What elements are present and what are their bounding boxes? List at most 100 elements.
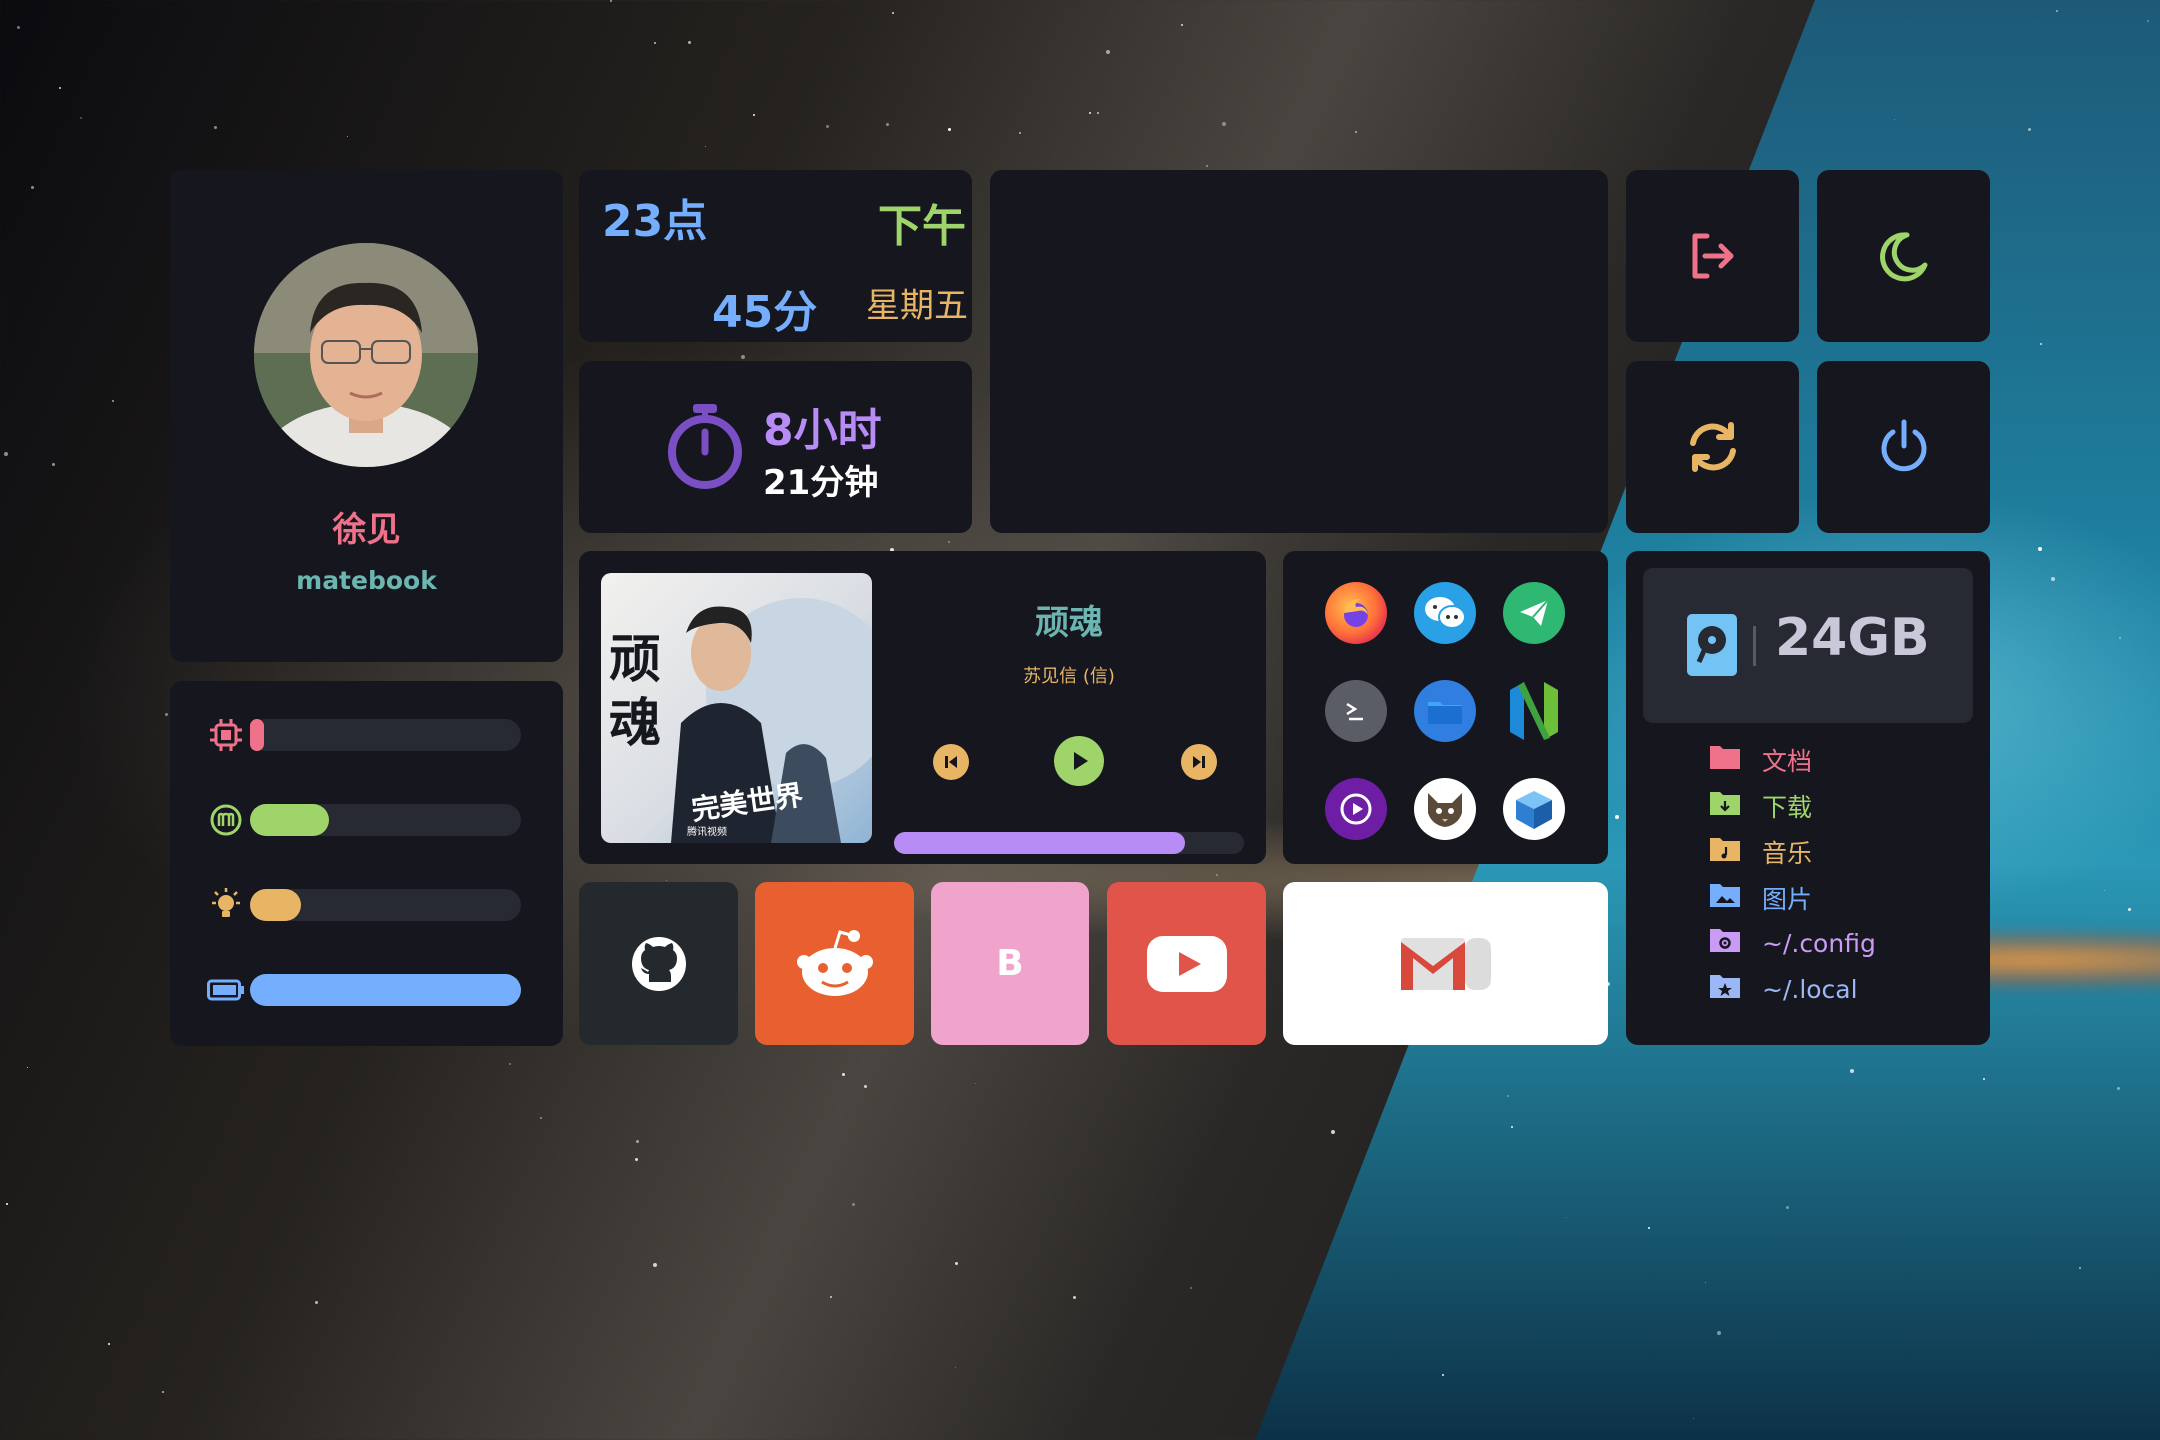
star: [741, 355, 745, 359]
star: [635, 1158, 638, 1161]
folder-item[interactable]: 文档: [1708, 742, 1812, 778]
shutdown-button[interactable]: [1817, 361, 1990, 533]
star: [2038, 547, 2042, 551]
ram-icon: [206, 800, 246, 840]
star: [1190, 1287, 1192, 1289]
clock-period: 下午: [878, 201, 966, 252]
star: [1566, 1217, 1567, 1218]
chat-bubble-icon: [1425, 597, 1466, 629]
star: [2119, 637, 2121, 639]
star: [975, 1083, 976, 1084]
star: [1019, 132, 1021, 134]
bilibili-bookmark[interactable]: B: [931, 882, 1089, 1045]
song-progress-bar[interactable]: [894, 832, 1244, 854]
sleep-button[interactable]: [1817, 170, 1990, 342]
star: [2104, 890, 2105, 891]
neovim-launcher[interactable]: [1503, 680, 1565, 742]
refresh-icon: [1689, 422, 1736, 472]
star: [1648, 1227, 1650, 1229]
star: [830, 1296, 832, 1298]
battery-bar: [250, 974, 521, 1006]
cpu-icon: [206, 715, 246, 755]
star: [1089, 112, 1091, 114]
star: [1206, 165, 1208, 167]
youtube-icon: [1146, 935, 1227, 992]
virtualbox-launcher[interactable]: [1503, 778, 1565, 840]
reddit-bookmark[interactable]: [755, 882, 914, 1045]
timer-icon: [660, 398, 750, 494]
star: [948, 128, 951, 131]
hard-disk-icon: [1683, 610, 1743, 680]
star: [1507, 1095, 1509, 1097]
star: [864, 1085, 867, 1088]
star: [610, 0, 612, 2]
star: [1615, 815, 1619, 819]
star: [892, 12, 894, 14]
album-cover-tag: 腾讯视频: [687, 827, 727, 838]
clock-weekday: 星期五: [866, 286, 968, 326]
star: [112, 400, 114, 402]
battery-bar-fill: [250, 974, 521, 1006]
star: [80, 117, 82, 119]
folder-item[interactable]: ~/.config: [1708, 926, 1876, 960]
star: [2147, 20, 2149, 22]
folder-item[interactable]: ~/.local: [1708, 972, 1858, 1006]
star: [1786, 1206, 1789, 1209]
play-button[interactable]: [1054, 736, 1104, 786]
uptime-hours: 8小时: [763, 405, 882, 456]
ram-bar-fill: [250, 804, 329, 836]
logout-icon: [1692, 233, 1733, 279]
folder-item[interactable]: 图片: [1708, 880, 1812, 916]
star: [948, 541, 950, 543]
song-title: 顽魂: [1035, 603, 1103, 643]
star: [347, 136, 348, 137]
reboot-button[interactable]: [1626, 361, 1799, 533]
star: [162, 1391, 164, 1393]
chat-launcher[interactable]: [1414, 582, 1476, 644]
github-icon: [631, 936, 686, 991]
play-icon: [1074, 752, 1088, 770]
star: [1355, 131, 1357, 133]
previous-track-button[interactable]: [933, 744, 969, 780]
terminal-icon: [1346, 702, 1363, 721]
folder-item[interactable]: 下载: [1708, 788, 1812, 824]
folder-item[interactable]: 音乐: [1708, 834, 1812, 870]
folder-label: 图片: [1762, 885, 1813, 914]
next-track-button[interactable]: [1181, 744, 1217, 780]
cat-icon: [1428, 793, 1462, 827]
gmail-bookmark[interactable]: [1283, 882, 1608, 1045]
media-player-launcher[interactable]: [1325, 778, 1387, 840]
folder-gear-icon: [1708, 926, 1742, 960]
youtube-bookmark[interactable]: [1107, 882, 1266, 1045]
cat-app-launcher[interactable]: [1414, 778, 1476, 840]
folder-label: 下载: [1762, 793, 1813, 822]
cube-icon: [1516, 791, 1552, 829]
star: [1894, 119, 1895, 120]
song-artist: 苏见信 (信): [1023, 666, 1115, 687]
files-launcher[interactable]: [1414, 680, 1476, 742]
telegram-launcher[interactable]: [1503, 582, 1565, 644]
star: [17, 26, 20, 29]
star: [31, 186, 34, 189]
firefox-launcher[interactable]: [1325, 582, 1387, 644]
cpu-bar: [250, 719, 521, 751]
star: [27, 1067, 28, 1068]
star: [955, 1262, 958, 1265]
github-bookmark[interactable]: [579, 882, 738, 1045]
logout-button[interactable]: [1626, 170, 1799, 342]
star: [2128, 908, 2131, 911]
folder-music-icon: [1708, 835, 1742, 869]
star: [886, 123, 889, 126]
star: [4, 452, 8, 456]
star: [842, 1073, 845, 1076]
star: [214, 126, 217, 129]
star: [1850, 1069, 1854, 1073]
battery-icon: [206, 970, 246, 1010]
gmail-icon: [1400, 937, 1491, 990]
star: [2040, 343, 2042, 345]
star: [1693, 1418, 1694, 1419]
star: [165, 713, 168, 716]
user-name: 徐见: [332, 510, 401, 550]
terminal-launcher[interactable]: [1325, 680, 1387, 742]
folder-label: 音乐: [1762, 839, 1813, 868]
